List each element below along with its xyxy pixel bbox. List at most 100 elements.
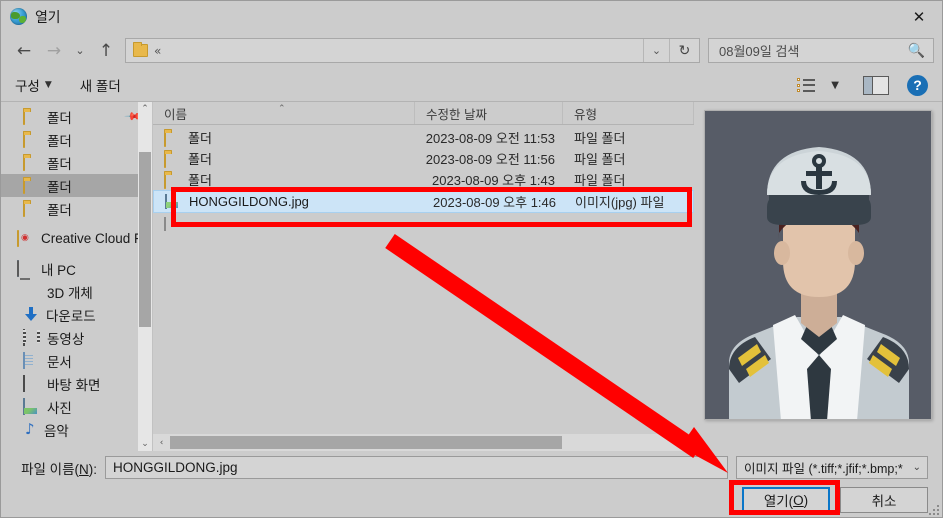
column-header-type[interactable]: 유형 — [563, 102, 694, 124]
sidebar-item-label: 폴더 — [47, 202, 72, 218]
chevron-down-icon[interactable]: ⌄ — [138, 437, 152, 451]
recent-locations-button[interactable]: ⌄ — [69, 37, 91, 65]
sidebar-item-label: 폴더 — [47, 110, 72, 126]
file-name-label: 폴더 — [188, 131, 212, 146]
file-name-cell: 폴더 — [153, 128, 415, 147]
sidebar-item-label: 동영상 — [47, 331, 85, 347]
sidebar-item-label: 다운로드 — [46, 308, 96, 324]
folder-icon — [23, 153, 40, 171]
table-row-selected[interactable]: HONGGILDONG.jpg 2023-08-09 오후 1:46 이미지(j… — [153, 190, 694, 213]
search-placeholder: 08월09일 검색 — [719, 44, 800, 59]
generic-file-icon — [164, 216, 180, 231]
sidebar-item-folder-3[interactable]: 폴더 — [1, 151, 152, 174]
organize-button[interactable]: 구성 ▼ — [15, 75, 52, 95]
title-bar: 열기 ✕ — [1, 1, 942, 32]
sort-ascending-icon: ⌃ — [278, 104, 286, 114]
sidebar-item-folder-1[interactable]: 폴더 📌 — [1, 105, 152, 128]
sidebar-item-creative-cloud[interactable]: Creative Cloud Fil — [1, 227, 152, 250]
preview-pane-icon[interactable] — [863, 75, 889, 95]
folder-icon — [23, 176, 40, 194]
breadcrumb-overflow[interactable]: « — [154, 44, 161, 58]
column-header-type-label: 유형 — [574, 107, 598, 122]
new-folder-button[interactable]: 새 폴더 — [80, 75, 121, 95]
pictures-icon — [23, 397, 40, 415]
resize-grip[interactable] — [927, 503, 939, 515]
file-name-cell: HONGGILDONG.jpg — [154, 194, 416, 209]
file-name-cell: 폴더 — [153, 170, 415, 189]
videos-icon — [23, 328, 40, 346]
table-row[interactable]: 폴더 2023-08-09 오전 11:53 파일 폴더 — [153, 127, 694, 148]
folder-icon — [133, 42, 148, 57]
sidebar-item-3d-objects[interactable]: 3D 개체 — [1, 280, 152, 303]
file-date-cell: 2023-08-09 오전 11:53 — [425, 131, 555, 146]
sidebar-item-this-pc[interactable]: 내 PC — [1, 257, 152, 280]
sidebar-item-folder-2[interactable]: 폴더 — [1, 128, 152, 151]
sidebar-item-folder-5[interactable]: 폴더 — [1, 197, 152, 220]
back-button[interactable]: ← — [9, 37, 39, 65]
cancel-button[interactable]: 취소 — [840, 487, 928, 513]
filename-label-post: ): — [88, 461, 97, 477]
sidebar-item-desktop[interactable]: 바탕 화면 — [1, 372, 152, 395]
chevron-left-icon[interactable]: ‹ — [153, 434, 170, 451]
sidebar-item-label: 사진 — [47, 400, 72, 416]
file-rows: 폴더 2023-08-09 오전 11:53 파일 폴더 폴더 2023-08-… — [153, 125, 694, 434]
address-bar[interactable]: « ⌄ ↻ — [125, 38, 700, 63]
toolbar-right-group: ▼ ? — [797, 74, 928, 96]
file-name-cell: 폴더 — [153, 149, 415, 168]
sidebar-item-videos[interactable]: 동영상 — [1, 326, 152, 349]
filetype-value: 이미지 파일 (*.tiff;*.jfif;*.bmp;* — [744, 462, 903, 476]
change-view-icon[interactable] — [797, 76, 819, 94]
sidebar-item-music[interactable]: 음악 — [1, 418, 152, 441]
column-header-name-label: 이름 — [164, 107, 188, 122]
chevron-down-icon[interactable]: ⌄ — [643, 39, 669, 62]
column-header-date[interactable]: 수정한 날짜 — [415, 102, 563, 124]
organize-label: 구성 — [15, 79, 40, 94]
filename-input[interactable]: HONGGILDONG.jpg — [105, 456, 728, 479]
open-button[interactable]: 열기(O) — [742, 487, 830, 513]
folder-icon — [164, 129, 180, 147]
music-icon — [23, 420, 37, 438]
up-button[interactable]: ↑ — [91, 37, 121, 65]
column-header-date-label: 수정한 날짜 — [426, 107, 487, 122]
table-row[interactable]: 폴더 2023-08-09 오후 1:43 파일 폴더 — [153, 169, 694, 190]
globe-folder-icon — [10, 8, 27, 25]
sidebar-item-label: 폴더 — [47, 133, 72, 149]
close-icon[interactable]: ✕ — [896, 1, 942, 32]
scrollbar-thumb[interactable] — [170, 436, 562, 449]
chevron-down-icon[interactable]: ▼ — [823, 80, 847, 91]
table-row[interactable] — [153, 213, 694, 234]
table-row[interactable]: 폴더 2023-08-09 오전 11:56 파일 폴더 — [153, 148, 694, 169]
preview-pane — [694, 102, 942, 451]
sidebar-list: 폴더 📌 폴더 폴더 폴더 폴더 ◉ Creative Cloud Fil 내 … — [1, 102, 152, 441]
command-toolbar: 구성 ▼ 새 폴더 ▼ ? — [1, 69, 942, 102]
refresh-icon[interactable]: ↻ — [669, 39, 699, 62]
sidebar-item-folder-4[interactable]: 폴더 — [1, 174, 152, 197]
forward-button[interactable]: → — [39, 37, 69, 65]
search-input[interactable]: 08월09일 검색 🔍 — [708, 38, 934, 63]
sidebar-item-label: 폴더 — [47, 179, 72, 195]
file-name-cell — [153, 216, 415, 231]
file-type-cell: 파일 폴더 — [574, 173, 626, 188]
file-name-label: 폴더 — [188, 173, 212, 188]
folder-icon — [23, 199, 40, 217]
filetype-dropdown[interactable]: 이미지 파일 (*.tiff;*.jfif;*.bmp;* ⌄ — [736, 456, 928, 479]
sidebar-item-label: 바탕 화면 — [47, 377, 101, 393]
desktop-icon — [23, 374, 40, 392]
sidebar-scrollbar[interactable]: ⌃ ⌄ — [138, 102, 152, 451]
window-title: 열기 — [35, 8, 61, 25]
sidebar-item-documents[interactable]: 문서 — [1, 349, 152, 372]
horizontal-scrollbar[interactable]: ‹ — [153, 434, 694, 451]
filename-label: 파일 이름(N): — [15, 458, 97, 478]
file-type-cell: 파일 폴더 — [574, 152, 626, 167]
file-type-cell: 이미지(jpg) 파일 — [575, 195, 665, 210]
sidebar-item-pictures[interactable]: 사진 — [1, 395, 152, 418]
sidebar-item-downloads[interactable]: 다운로드 — [1, 303, 152, 326]
open-label-key: O — [793, 492, 804, 508]
filename-label-key: N — [79, 461, 89, 477]
column-header-name[interactable]: 이름 ⌃ — [153, 102, 415, 124]
open-label-post: ) — [803, 492, 809, 508]
chevron-up-icon[interactable]: ⌃ — [138, 102, 152, 116]
folder-icon — [23, 130, 40, 148]
help-icon[interactable]: ? — [907, 74, 928, 96]
scrollbar-thumb[interactable] — [139, 152, 151, 327]
